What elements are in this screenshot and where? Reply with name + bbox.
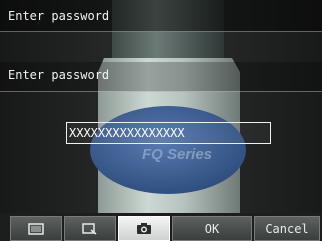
full-view-icon: [28, 222, 44, 235]
camera-icon: [137, 223, 151, 234]
ok-button[interactable]: OK: [172, 216, 252, 241]
prompt-middle: Enter password: [0, 62, 322, 92]
bottom-toolbar: OK Cancel: [0, 213, 322, 241]
prompt-top: Enter password: [0, 0, 322, 32]
password-entry-screen: Enter password Enter password FQ Series …: [0, 0, 322, 241]
zoom-view-icon: [82, 222, 97, 235]
zoom-view-button[interactable]: [64, 216, 116, 241]
password-input[interactable]: XXXXXXXXXXXXXXXX: [66, 122, 271, 144]
cancel-button[interactable]: Cancel: [254, 216, 320, 241]
bottle-label-text: FQ Series: [141, 146, 213, 163]
capture-button[interactable]: [118, 216, 170, 241]
full-view-button[interactable]: [10, 216, 62, 241]
